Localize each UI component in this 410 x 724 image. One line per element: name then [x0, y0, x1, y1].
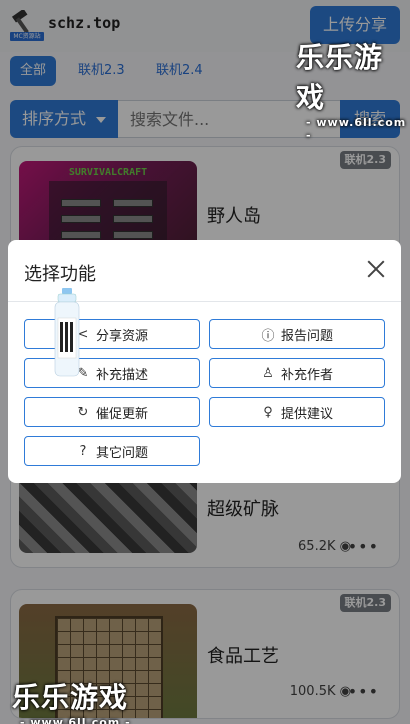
suggestion-button[interactable]: ♀ 提供建议 — [209, 397, 385, 427]
share-resource-button[interactable]: < 分享资源 — [24, 319, 200, 349]
add-description-button[interactable]: ✎ 补充描述 — [24, 358, 200, 388]
alert-icon: ⓘ — [261, 328, 275, 344]
watermark-url: - www.6ll.com - — [20, 716, 131, 724]
other-issue-button[interactable]: ? 其它问题 — [24, 436, 200, 466]
request-update-button[interactable]: ↻ 催促更新 — [24, 397, 200, 427]
watermark-url: - www.6ll.com - — [306, 116, 407, 142]
water-bottle-image — [54, 288, 80, 377]
question-icon: ? — [79, 443, 87, 459]
refresh-icon: ↻ — [77, 404, 89, 420]
close-icon[interactable] — [365, 258, 387, 280]
watermark-brand: 乐乐游戏 — [296, 41, 384, 114]
watermark-bottom: 乐乐游戏 - www.6ll.com - — [12, 676, 131, 724]
watermark-top: 乐乐游戏 - www.6ll.com - — [296, 36, 410, 142]
add-author-button[interactable]: ♙ 补充作者 — [209, 358, 385, 388]
report-issue-button[interactable]: ⓘ 报告问题 — [209, 319, 385, 349]
watermark-brand: 乐乐游戏 — [12, 681, 129, 714]
lightbulb-icon: ♀ — [263, 404, 273, 420]
user-plus-icon: ♙ — [262, 365, 274, 381]
dialog-title: 选择功能 — [24, 264, 96, 285]
